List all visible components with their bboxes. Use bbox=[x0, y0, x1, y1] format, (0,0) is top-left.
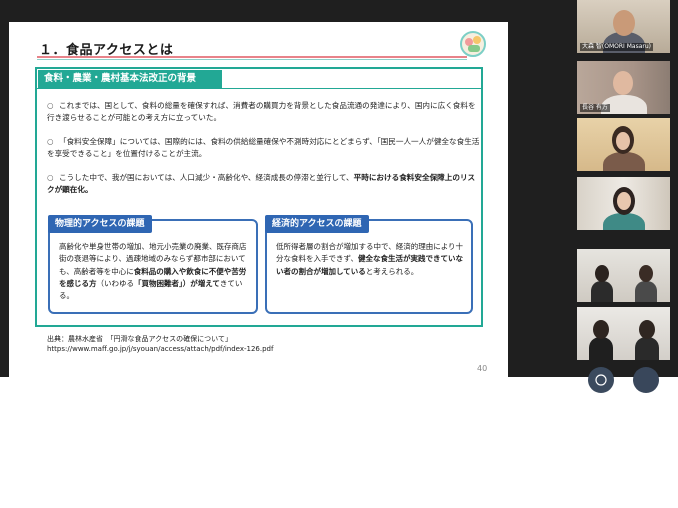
physical-text-2: （いわゆる bbox=[96, 278, 135, 288]
participant-name: 長谷 有方 bbox=[580, 104, 610, 112]
source-url: https://www.maff.go.jp/j/syouan/access/a… bbox=[47, 345, 274, 353]
participant-tile[interactable] bbox=[577, 249, 670, 302]
bullet-text: これまでは、国として、食料の総量を確保すれば、消費者の購買力を背景とした食品流通… bbox=[47, 101, 476, 122]
bullet-item: ○ 「食料安全保障」については、国際的には、食料の供給総量確保や不測時対応にとどま… bbox=[47, 136, 481, 160]
source-title: 出典：農林水産省 「円滑な食品アクセスの確保について」 bbox=[47, 335, 232, 343]
page-number: 40 bbox=[477, 364, 488, 373]
participant-tile[interactable] bbox=[577, 118, 670, 171]
bullet-item: ○ これまでは、国として、食料の総量を確保すれば、消費者の購買力を背景とした食品流… bbox=[47, 100, 481, 124]
bullet-text: 「食料安全保障」については、国際的には、食料の供給総量確保や不測時対応にとどまら… bbox=[47, 137, 480, 158]
bullet-circle-icon: ○ bbox=[47, 137, 54, 146]
participant-tile[interactable]: 長谷 有方 bbox=[577, 61, 670, 114]
logo-icon bbox=[460, 31, 486, 57]
physical-access-box: 物理的アクセスの課題 高齢化や単身世帯の増加、地元小売業の廃業、既存商店街の衰退… bbox=[48, 215, 258, 314]
title-rule bbox=[37, 56, 467, 58]
meeting-control-button[interactable] bbox=[633, 367, 659, 393]
bullet-text: こうした中で、我が国においては、人口減少・高齢化や、経済成長の停滞と並行して、 bbox=[59, 173, 354, 182]
source-citation: 出典：農林水産省 「円滑な食品アクセスの確保について」 https://www.… bbox=[47, 334, 273, 354]
reaction-icon bbox=[595, 374, 607, 386]
title-rule-secondary bbox=[37, 59, 467, 60]
physical-text-bold-2: 「買物困難者」）が増えて bbox=[134, 278, 220, 288]
physical-access-title: 物理的アクセスの課題 bbox=[48, 215, 152, 233]
economic-access-box: 経済的アクセスの課題 低所得者層の割合が増加する中で、経済的理由により十分な食料… bbox=[265, 215, 473, 314]
bullet-circle-icon: ○ bbox=[47, 173, 54, 182]
panel-header-line bbox=[37, 88, 483, 89]
participant-tile[interactable] bbox=[577, 177, 670, 230]
meeting-control-button[interactable] bbox=[588, 367, 614, 393]
economic-access-text: 低所得者層の割合が増加する中で、経済的理由により十分な食料を入手できず、健全な食… bbox=[276, 241, 465, 278]
participant-tile[interactable]: 大森 智(OMORI Masaru) bbox=[577, 0, 670, 53]
background-panel: 食料・農業・農村基本法改正の背景 ○ これまでは、国として、食料の総量を確保すれば… bbox=[35, 67, 483, 327]
bullet-circle-icon: ○ bbox=[47, 101, 54, 110]
economic-access-title: 経済的アクセスの課題 bbox=[265, 215, 369, 233]
economic-text-2: と考えられる。 bbox=[365, 266, 419, 276]
panel-header: 食料・農業・農村基本法改正の背景 bbox=[38, 70, 222, 88]
physical-access-text: 高齢化や単身世帯の増加、地元小売業の廃業、既存商店街の衰退等により、過疎地域のみ… bbox=[59, 241, 250, 302]
bullet-item: ○ こうした中で、我が国においては、人口減少・高齢化や、経済成長の停滞と並行して、… bbox=[47, 172, 481, 196]
shared-slide: １．食品アクセスとは 食料・農業・農村基本法改正の背景 ○ これまでは、国として、… bbox=[9, 22, 508, 378]
participant-tile[interactable] bbox=[577, 307, 670, 360]
participant-name: 大森 智(OMORI Masaru) bbox=[580, 43, 653, 51]
meeting-window: １．食品アクセスとは 食料・農業・農村基本法改正の背景 ○ これまでは、国として、… bbox=[0, 0, 678, 508]
